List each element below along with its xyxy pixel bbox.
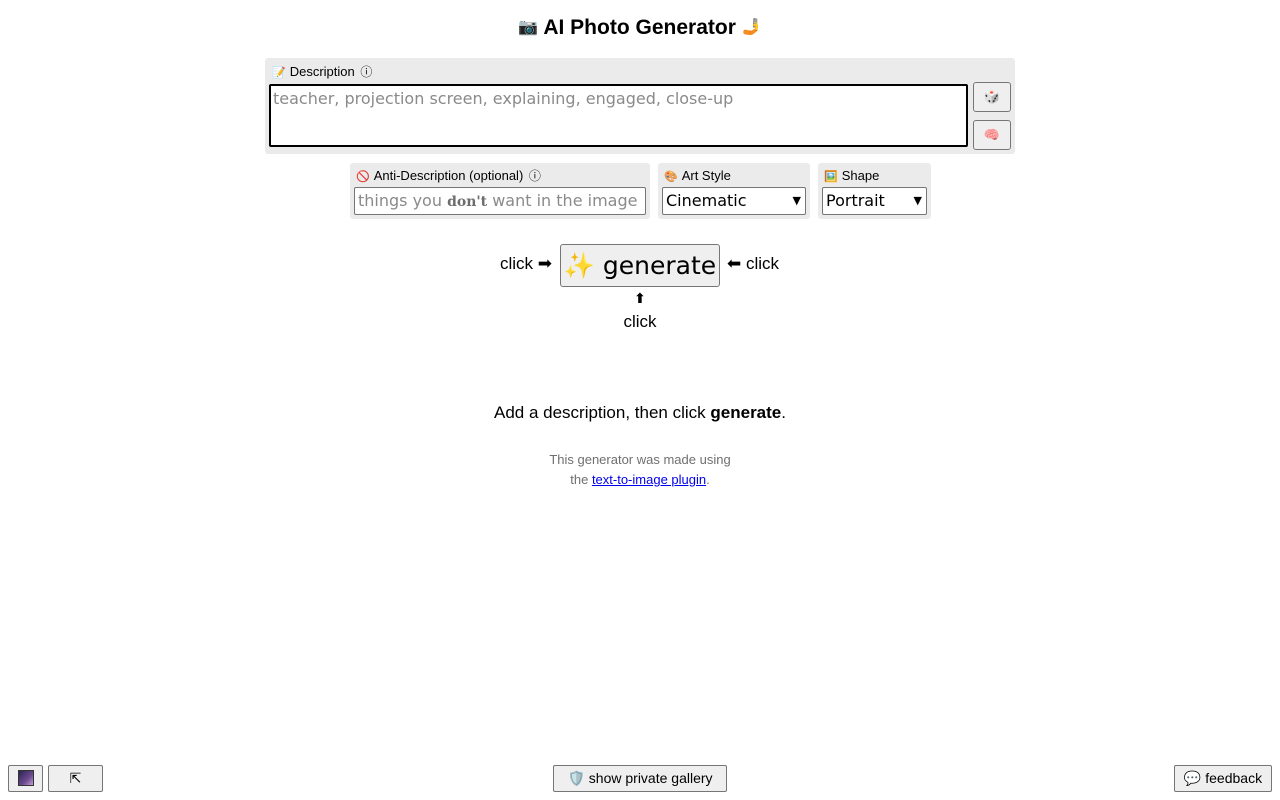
enhance-prompt-button[interactable]: 🧠	[973, 120, 1011, 150]
chevron-down-icon: ▼	[792, 194, 801, 207]
palette-icon: 🎨	[664, 171, 678, 183]
arrow-up-icon: ⬆	[634, 290, 646, 306]
selfie-icon: 🤳	[741, 19, 762, 36]
anti-description-panel: 🚫 Anti-Description (optional) ⓘ things yo…	[350, 163, 650, 219]
description-panel: 📝Description ⓘ 🎲 🧠	[265, 58, 1015, 154]
anti-placeholder-end: want in the image	[487, 191, 638, 210]
random-prompt-button[interactable]: 🎲	[973, 82, 1011, 112]
scroll-top-button[interactable]: ⇱	[48, 765, 103, 792]
shape-label: 🖼️ Shape	[824, 168, 879, 185]
chevron-down-icon: ▼	[913, 194, 922, 207]
page: 📷 AI Photo Generator 🤳 📝Description ⓘ 🎲 …	[0, 0, 1280, 800]
art-style-value: Cinematic	[666, 191, 747, 210]
shield-icon: 🛡️	[567, 770, 585, 786]
anti-placeholder-bold: don't	[447, 194, 488, 210]
shape-panel: 🖼️ Shape Portrait ▼	[818, 163, 931, 219]
instruction-bold: generate	[710, 403, 782, 422]
instruction-text: Add a description, then click generate.	[0, 402, 1280, 424]
shape-value: Portrait	[826, 191, 885, 210]
page-title: 📷 AI Photo Generator 🤳	[0, 14, 1280, 42]
plugin-link[interactable]: text-to-image plugin	[592, 472, 706, 487]
show-private-gallery-label: show private gallery	[588, 770, 713, 786]
description-label-text: Description	[289, 64, 355, 79]
show-private-gallery-button[interactable]: 🛡️ show private gallery	[553, 765, 727, 792]
click-hint-below: click	[623, 312, 657, 331]
credits-suffix: .	[706, 472, 710, 487]
generate-button[interactable]: ✨ generate	[560, 244, 720, 287]
gallery-thumbnail-button[interactable]	[8, 765, 43, 792]
brain-icon: 🧠	[983, 127, 1001, 142]
description-input[interactable]	[269, 84, 968, 147]
speech-bubble-icon: 💬	[1183, 770, 1202, 786]
camera-icon: 📷	[518, 19, 539, 36]
art-style-panel: 🎨 Art Style Cinematic ▼	[658, 163, 810, 219]
credits-line-2: the text-to-image plugin.	[0, 470, 1280, 490]
info-icon[interactable]: ⓘ	[360, 65, 372, 79]
info-icon[interactable]: ⓘ	[529, 169, 541, 183]
click-hint-left: click ➡	[500, 254, 553, 273]
gallery-image-icon	[17, 770, 34, 786]
description-label: 📝 Description ⓘ	[272, 64, 372, 81]
arrow-up-left-icon: ⇱	[69, 770, 82, 786]
credits-line-1: This generator was made using	[549, 452, 731, 467]
page-title-text: AI Photo Generator	[543, 16, 736, 39]
credits: This generator was made using the text-t…	[0, 450, 1280, 490]
anti-description-input[interactable]: things you don't want in the image	[354, 187, 646, 215]
instruction-start: Add a description, then click	[493, 403, 711, 422]
feedback-button[interactable]: 💬 feedback	[1174, 765, 1272, 792]
art-style-label: 🎨 Art Style	[664, 168, 731, 185]
art-style-label-text: Art Style	[681, 168, 731, 183]
prohibited-icon: 🚫	[356, 171, 370, 183]
shape-select[interactable]: Portrait ▼	[822, 187, 927, 215]
memo-icon: 📝	[272, 67, 286, 79]
anti-description-label-text: Anti-Description (optional)	[373, 168, 524, 183]
shape-label-text: Shape	[841, 168, 880, 183]
anti-placeholder-start: things you	[358, 191, 448, 210]
feedback-label: feedback	[1205, 770, 1263, 786]
dice-icon: 🎲	[983, 89, 1001, 104]
art-style-select[interactable]: Cinematic ▼	[662, 187, 806, 215]
instruction-end: .	[781, 403, 786, 422]
anti-description-label: 🚫 Anti-Description (optional) ⓘ	[356, 168, 541, 185]
click-hint-right: ⬅ click	[727, 254, 780, 273]
credits-prefix: the	[570, 472, 592, 487]
picture-icon: 🖼️	[824, 171, 838, 183]
